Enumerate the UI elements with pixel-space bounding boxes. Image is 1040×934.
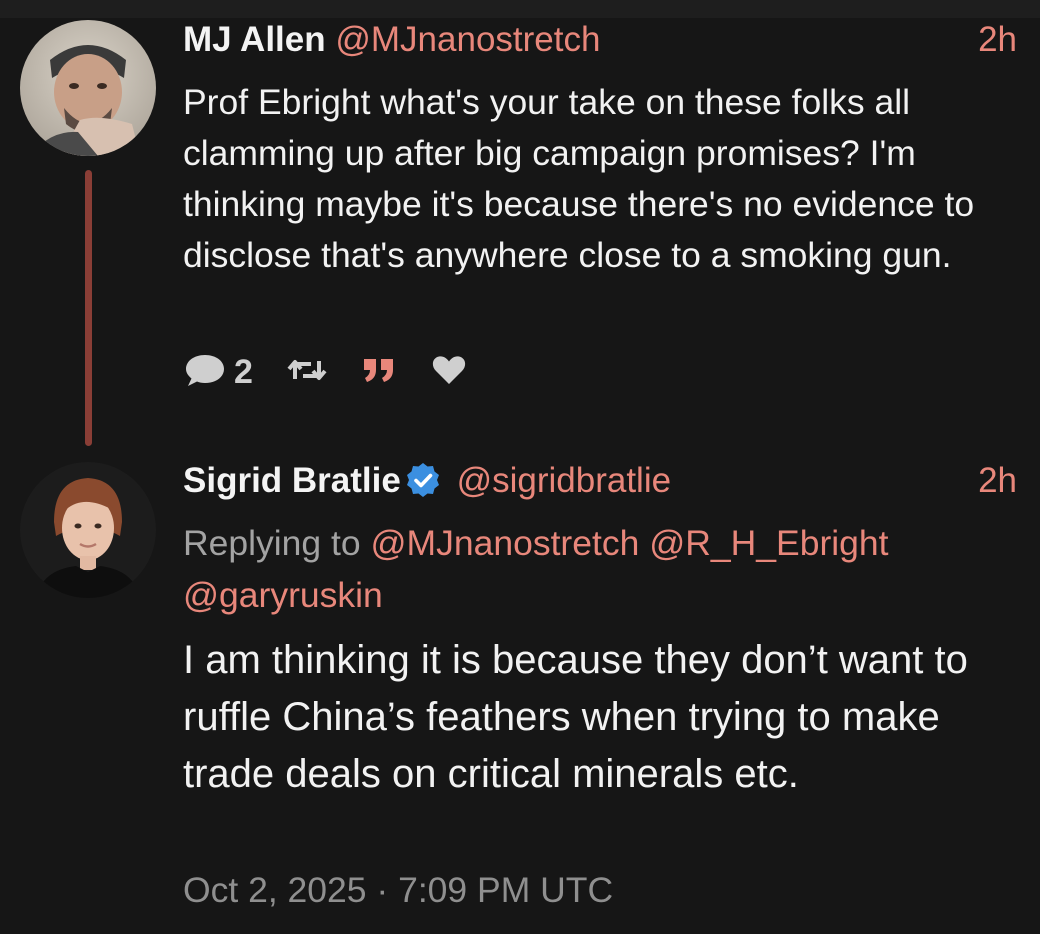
tweet-header: MJ Allen @MJnanostretch — [183, 20, 600, 60]
tweet-text: I am thinking it is because they don’t w… — [183, 638, 968, 796]
author-handle[interactable]: @MJnanostretch — [335, 20, 600, 59]
tweet-text: Prof Ebright what's your take on these f… — [183, 82, 975, 275]
replying-to-label: Replying to — [183, 523, 361, 563]
heart-icon — [431, 354, 467, 391]
reply-count: 2 — [234, 352, 253, 391]
reply-mention-link[interactable]: @R_H_Ebright — [649, 523, 888, 563]
quote-icon — [361, 355, 397, 390]
replying-to: Replying to @MJnanostretch @R_H_Ebright … — [183, 517, 1013, 621]
tweet-time[interactable]: 2h — [978, 461, 1017, 501]
like-button[interactable] — [431, 354, 467, 391]
retweet-icon — [287, 355, 327, 390]
avatar[interactable] — [20, 20, 156, 156]
comment-icon — [183, 352, 227, 393]
author-name[interactable]: Sigrid Bratlie — [183, 461, 401, 500]
reply-button[interactable]: 2 — [183, 352, 253, 393]
author-name[interactable]: MJ Allen — [183, 20, 326, 59]
author-handle[interactable]: @sigridbratlie — [457, 461, 672, 500]
tweet-time[interactable]: 2h — [978, 20, 1017, 60]
tweet-actions: 2 — [183, 352, 501, 392]
top-bar — [0, 0, 1040, 18]
thread-line — [85, 170, 92, 446]
tweet-date[interactable]: Oct 2, 2025 · 7:09 PM UTC — [183, 868, 613, 912]
quote-button[interactable] — [361, 355, 397, 390]
verified-badge-icon — [405, 462, 441, 507]
retweet-button[interactable] — [287, 355, 327, 390]
reply-mention-link[interactable]: @garyruskin — [183, 575, 383, 615]
reply-mention-link[interactable]: @MJnanostretch — [370, 523, 639, 563]
tweet-header: Sigrid Bratlie @sigridbratlie — [183, 461, 671, 507]
avatar[interactable] — [20, 462, 156, 598]
